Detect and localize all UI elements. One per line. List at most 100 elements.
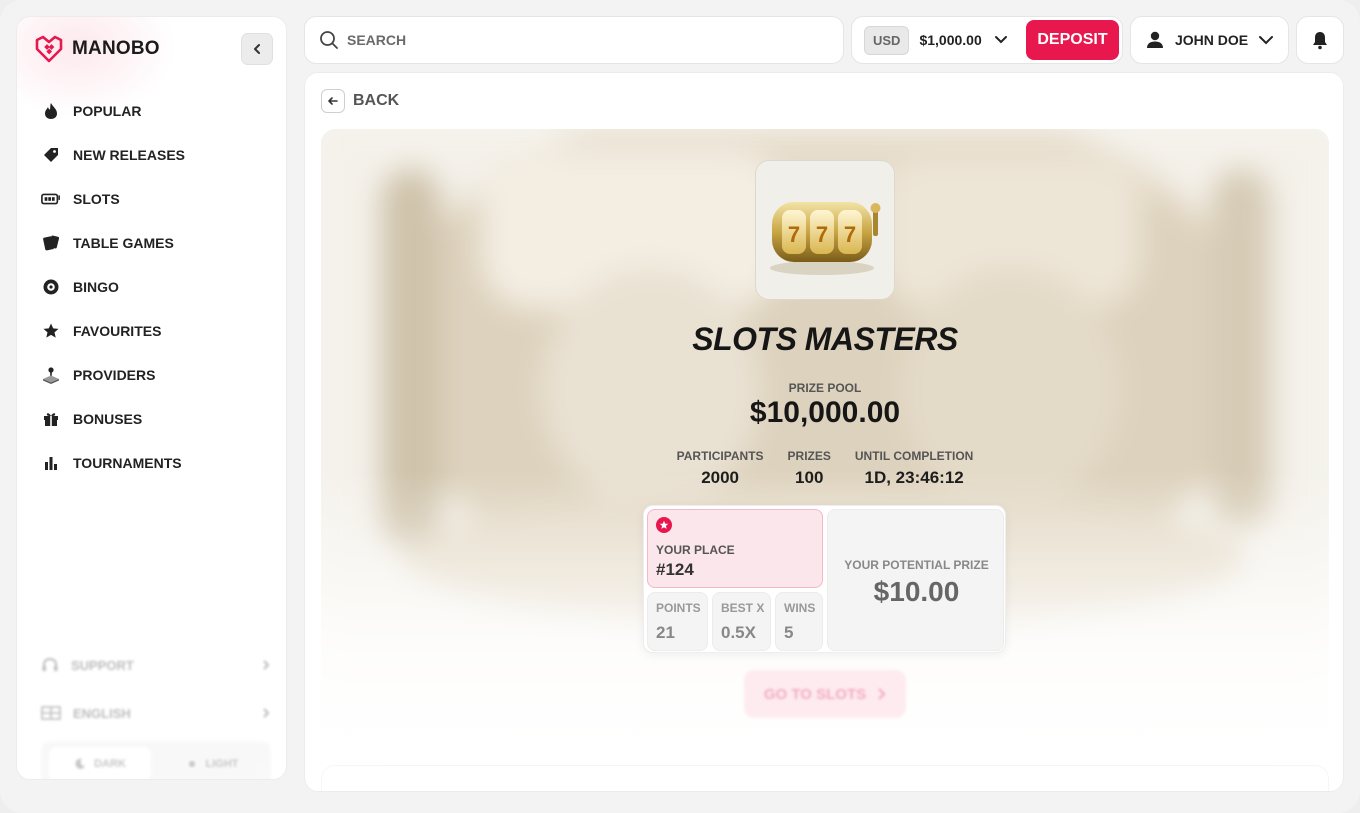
search-icon — [320, 31, 338, 49]
sidebar: MANOBO POPULAR NEW RELEASES SLOTS TABLE … — [16, 16, 287, 780]
gift-icon — [41, 409, 61, 429]
sidebar-item-slots[interactable]: SLOTS — [41, 177, 271, 221]
currency-badge[interactable]: USD — [864, 25, 910, 55]
best-x-label: BEST X — [721, 601, 765, 615]
svg-text:7: 7 — [844, 222, 856, 247]
stat-until-completion: UNTIL COMPLETION 1D, 23:46:12 — [855, 449, 973, 488]
dark-theme-button[interactable]: DARK — [49, 747, 151, 779]
sidebar-item-label: BONUSES — [73, 411, 143, 427]
potential-prize-value: $10.00 — [873, 576, 960, 607]
tag-icon — [41, 145, 61, 165]
game-thumbnail: 7 7 7 — [755, 160, 895, 300]
your-place-value: #124 — [656, 560, 694, 579]
wallet-widget: USD $1,000.00 DEPOSIT — [851, 16, 1123, 64]
chevron-down-icon — [1259, 36, 1274, 45]
stat-label: PRIZES — [787, 449, 831, 463]
sidebar-nav: POPULAR NEW RELEASES SLOTS TABLE GAMES B… — [41, 89, 271, 485]
dark-theme-label: DARK — [94, 758, 126, 770]
sidebar-item-label: BINGO — [73, 279, 119, 295]
sidebar-item-favourites[interactable]: FAVOURITES — [41, 309, 271, 353]
stat-prizes: PRIZES 100 — [788, 449, 831, 488]
chevron-down-icon[interactable] — [994, 33, 1008, 47]
joystick-icon — [41, 365, 61, 385]
back-button[interactable] — [321, 89, 345, 113]
app-root: MANOBO POPULAR NEW RELEASES SLOTS TABLE … — [0, 0, 1360, 813]
sidebar-item-table-games[interactable]: TABLE GAMES — [41, 221, 271, 265]
sun-icon — [188, 761, 195, 767]
tournament-title: SLOTS MASTERS — [692, 321, 958, 357]
back-link[interactable]: BACK — [321, 89, 399, 113]
notifications-button[interactable] — [1296, 16, 1344, 64]
points-card: POINTS 21 — [647, 592, 708, 651]
next-section-card — [321, 765, 1329, 791]
points-label: POINTS — [656, 601, 701, 615]
sidebar-item-popular[interactable]: POPULAR — [41, 89, 271, 133]
balance-value: $1,000.00 — [919, 32, 982, 48]
svg-text:7: 7 — [816, 222, 828, 247]
stat-participants: PARTICIPANTS 2000 — [677, 449, 764, 488]
sidebar-item-new-releases[interactable]: NEW RELEASES — [41, 133, 271, 177]
bingo-ball-icon — [41, 277, 61, 297]
sidebar-item-label: NEW RELEASES — [73, 147, 186, 163]
support-link[interactable]: SUPPORT — [41, 641, 271, 689]
star-icon — [41, 321, 61, 341]
potential-prize-label: YOUR POTENTIAL PRIZE — [844, 558, 989, 572]
sidebar-item-label: PROVIDERS — [73, 367, 156, 383]
bell-icon — [1313, 32, 1327, 50]
your-place-card: YOUR PLACE #124 — [647, 509, 823, 588]
best-x-value: 0.5X — [721, 623, 756, 642]
language-label: ENGLISH — [73, 705, 131, 721]
light-theme-label: LIGHT — [205, 758, 239, 770]
sidebar-item-providers[interactable]: PROVIDERS — [41, 353, 271, 397]
countdown-value: 1D, 23:46:12 — [864, 468, 964, 487]
language-selector[interactable]: ENGLISH — [41, 689, 271, 737]
sidebar-item-label: FAVOURITES — [73, 323, 162, 339]
headset-icon — [42, 657, 58, 671]
prize-pool-value: $10,000.00 — [749, 396, 901, 429]
sidebar-item-label: TOURNAMENTS — [73, 455, 182, 471]
flag-icon — [41, 706, 61, 720]
stat-label: PARTICIPANTS — [676, 449, 764, 463]
search-input[interactable] — [347, 32, 807, 48]
wins-card: WINS 5 — [775, 592, 823, 651]
user-menu[interactable]: JOHN DOE — [1130, 16, 1289, 64]
stat-value: 2000 — [701, 468, 740, 487]
wins-label: WINS — [784, 601, 816, 615]
tournament-details: 7 7 7 SLOTS MASTERS PRIZE POOL $10,000.0… — [321, 129, 1329, 749]
fire-icon — [41, 101, 61, 121]
back-label: BACK — [353, 92, 400, 109]
potential-prize-card: YOUR POTENTIAL PRIZE $10.00 — [827, 509, 1004, 651]
chevron-right-icon — [878, 688, 886, 700]
svg-text:7: 7 — [788, 222, 800, 247]
stat-value: 100 — [795, 468, 824, 487]
sidebar-footer: SUPPORT ENGLISH DARK LIGHT — [41, 641, 271, 779]
chevron-right-icon — [263, 708, 270, 718]
go-to-slots-label: GO TO SLOTS — [763, 685, 867, 703]
collapse-sidebar-button[interactable] — [241, 33, 273, 65]
user-icon — [1147, 31, 1163, 48]
player-standing-panel: YOUR PLACE #124 POINTS 21 BEST X 0.5X WI… — [643, 505, 1006, 653]
stat-label: UNTIL COMPLETION — [854, 449, 974, 463]
chevron-left-icon — [254, 44, 260, 54]
sidebar-item-bingo[interactable]: BINGO — [41, 265, 271, 309]
search-bar[interactable] — [304, 16, 844, 64]
logo-icon — [35, 35, 63, 63]
sidebar-item-bonuses[interactable]: BONUSES — [41, 397, 271, 441]
best-x-card: BEST X 0.5X — [712, 592, 771, 651]
sidebar-item-label: POPULAR — [73, 103, 142, 119]
main-content: BACK 7 7 7 SLOTS MASTERS PRIZE POOL $10,… — [304, 72, 1344, 792]
moon-icon — [75, 758, 86, 769]
prize-pool-label: PRIZE POOL — [788, 381, 862, 395]
go-to-slots-button[interactable]: GO TO SLOTS — [744, 670, 906, 718]
light-theme-button[interactable]: LIGHT — [161, 747, 263, 779]
brand-logo[interactable]: MANOBO — [34, 34, 160, 64]
points-value: 21 — [656, 623, 675, 642]
sidebar-item-label: TABLE GAMES — [73, 235, 174, 251]
tournament-stats: PARTICIPANTS 2000 PRIZES 100 UNTIL COMPL… — [321, 449, 1329, 488]
brand-name: MANOBO — [72, 38, 160, 59]
deposit-button[interactable]: DEPOSIT — [1026, 20, 1119, 60]
cards-icon — [41, 233, 61, 253]
your-place-label: YOUR PLACE — [656, 543, 735, 557]
sidebar-item-tournaments[interactable]: TOURNAMENTS — [41, 441, 271, 485]
star-badge-icon — [656, 517, 672, 533]
